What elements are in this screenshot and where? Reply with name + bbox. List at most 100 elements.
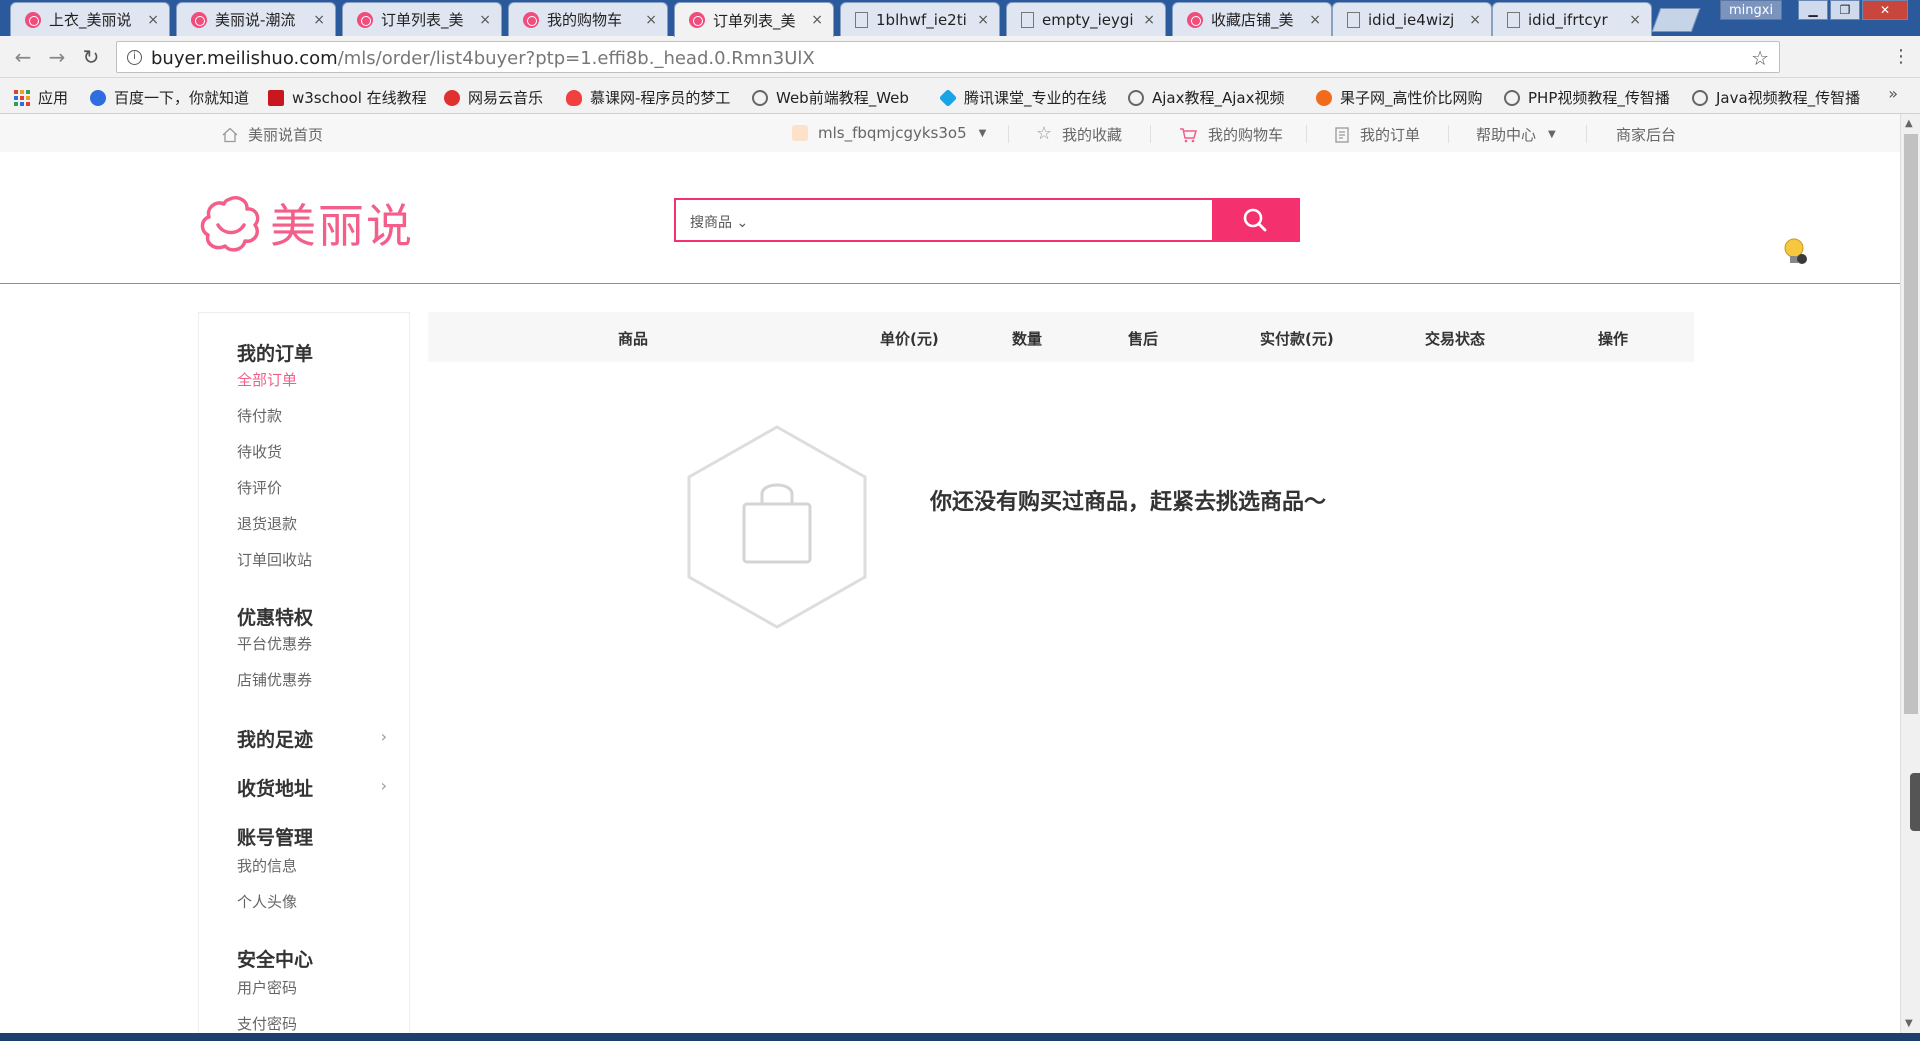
browser-tab[interactable]: idid_ie4wizj × [1332,2,1492,36]
sidebar-item-pending-review[interactable]: 待评价 [237,477,282,498]
sidebar-item-my-info[interactable]: 我的信息 [237,855,297,876]
site-info-icon[interactable]: i [127,50,142,65]
orders-table-header: 商品 单价(元) 数量 售后 实付款(元) 交易状态 操作 [428,312,1694,362]
bookmark-label: 慕课网-程序员的梦工 [590,89,731,107]
close-icon[interactable]: × [645,12,657,28]
sidebar-item-user-password[interactable]: 用户密码 [237,977,297,998]
close-icon[interactable]: × [811,12,823,28]
cart-link[interactable]: 我的购物车 [1178,124,1283,145]
bookmark-label: 百度一下，你就知道 [114,89,250,107]
sidebar-item-pending-payment[interactable]: 待付款 [237,405,282,426]
bookmark-star-icon[interactable]: ☆ [1751,46,1769,70]
merchant-backend-link[interactable]: 商家后台 [1616,124,1676,145]
sidebar-item-all-orders[interactable]: 全部订单 [237,369,297,390]
bookmark-item[interactable]: 慕课网-程序员的梦工 [566,87,742,108]
sidebar-item-payment-password[interactable]: 支付密码 [237,1013,297,1033]
close-icon[interactable]: × [1143,12,1155,28]
bookmark-item[interactable]: Ajax教程_Ajax视频 [1128,87,1300,108]
bookmark-item[interactable]: Java视频教程_传智播 [1692,87,1870,108]
address-url[interactable]: buyer.meilishuo.com/mls/order/list4buyer… [151,48,815,69]
reload-icon[interactable]: ↻ [78,44,104,70]
close-icon[interactable]: × [313,12,325,28]
tab-title: 上衣_美丽说 [49,11,132,29]
side-panel-handle[interactable] [1910,773,1920,831]
tab-title: 订单列表_美 [381,11,464,29]
sidebar-item-store-coupons[interactable]: 店铺优惠券 [237,669,312,690]
favorites-label: 我的收藏 [1062,126,1123,144]
avatar [792,125,808,141]
close-icon[interactable]: × [479,12,491,28]
scroll-down-icon[interactable]: ▼ [1905,1018,1913,1029]
scroll-up-icon[interactable]: ▲ [1905,118,1913,129]
window-user-badge[interactable]: mingxi [1720,0,1783,20]
close-icon[interactable]: × [1469,12,1481,28]
maximize-button[interactable]: ❐ [1830,0,1860,20]
lightbulb-icon[interactable] [1782,237,1808,267]
orders-link[interactable]: 我的订单 [1334,124,1420,145]
sidebar-item-order-recycle-bin[interactable]: 订单回收站 [237,549,312,570]
sidebar-section-account: 账号管理 [237,827,314,849]
search-type-dropdown[interactable]: 搜商品 ⌄ [690,212,748,232]
scrollbar-thumb[interactable] [1904,134,1918,714]
close-icon[interactable]: × [147,12,159,28]
bookmark-item[interactable]: 网易云音乐 [444,87,543,108]
sidebar-item-returns-refunds[interactable]: 退货退款 [237,513,297,534]
url-host: buyer.meilishuo.com [151,48,338,69]
tencent-class-icon [940,88,958,107]
tab-title: 美丽说-潮流 [215,11,296,29]
browser-menu-icon[interactable]: ⋮ [1892,46,1910,67]
column-header-trade-status: 交易状态 [1425,330,1486,348]
user-menu[interactable]: mls_fbqmjcgyks3o5 ▼ [792,124,986,142]
new-tab-button[interactable] [1651,8,1701,32]
browser-tab[interactable]: empty_ieygi × [1006,2,1166,36]
sidebar-item-platform-coupons[interactable]: 平台优惠券 [237,633,312,654]
help-center-menu[interactable]: 帮助中心 ▼ [1476,124,1556,145]
baidu-paw-icon [90,89,106,106]
order-list-icon [1335,126,1349,143]
bookmark-item[interactable]: 百度一下，你就知道 [90,87,249,108]
site-logo[interactable]: 美丽说 [198,190,414,256]
browser-tab[interactable]: 上衣_美丽说 × [10,2,170,36]
sidebar-section-footprints[interactable]: 我的足迹 [237,725,313,752]
document-icon [1347,11,1360,28]
chevron-right-icon[interactable]: › [381,727,387,746]
bookmark-item[interactable]: 腾讯课堂_专业的在线 [940,87,1112,108]
back-icon[interactable]: ← [10,44,36,70]
minimize-button[interactable]: ▁ [1798,0,1828,20]
bookmark-item[interactable]: 果子网_高性价比网购 [1316,87,1488,108]
browser-tab-active[interactable]: 订单列表_美 × [674,2,834,37]
sidebar-item-avatar[interactable]: 个人头像 [237,891,297,912]
bookmark-item[interactable]: 应用 [14,87,68,108]
close-icon[interactable]: × [977,12,989,28]
bookmark-label: 应用 [38,89,69,107]
sidebar-section-addresses[interactable]: 收货地址 [237,774,313,801]
bookmarks-overflow-button[interactable]: » [1888,84,1898,103]
search-button[interactable] [1212,200,1298,240]
forward-icon[interactable]: → [44,44,70,70]
browser-tab[interactable]: 美丽说-潮流 × [176,2,336,36]
browser-tab[interactable]: 我的购物车 × [508,2,668,36]
home-link[interactable]: 美丽说首页 [222,124,323,145]
bookmark-label: Ajax教程_Ajax视频 [1152,89,1285,107]
bookmark-item[interactable]: PHP视频教程_传智播 [1504,87,1676,108]
imooc-flame-icon [566,89,582,106]
apps-grid-icon [14,89,30,106]
browser-tab[interactable]: 收藏店铺_美 × [1172,2,1332,36]
close-icon[interactable]: × [1309,12,1321,28]
chevron-right-icon[interactable]: › [381,776,387,795]
close-icon[interactable]: × [1629,12,1641,28]
browser-tab[interactable]: 订单列表_美 × [342,2,502,36]
column-header-actions: 操作 [1598,330,1629,348]
bookmark-item[interactable]: Web前端教程_Web [752,87,924,108]
page-scrollbar[interactable]: ▲ ▼ [1900,114,1920,1033]
cart-label: 我的购物车 [1208,126,1284,144]
bookmark-item[interactable]: w3school 在线教程 [268,87,427,108]
address-bar[interactable]: i buyer.meilishuo.com/mls/order/list4buy… [116,41,1780,73]
browser-tab[interactable]: idid_ifrtcyr × [1492,2,1652,36]
sidebar-item-pending-receipt[interactable]: 待收货 [237,441,282,462]
favorites-link[interactable]: ☆ 我的收藏 [1036,124,1122,145]
browser-tab[interactable]: 1blhwf_ie2ti × [840,2,1000,36]
meilishuo-icon [523,11,539,28]
window-close-button[interactable]: ✕ [1862,0,1908,20]
shopping-bag-icon [742,483,812,564]
